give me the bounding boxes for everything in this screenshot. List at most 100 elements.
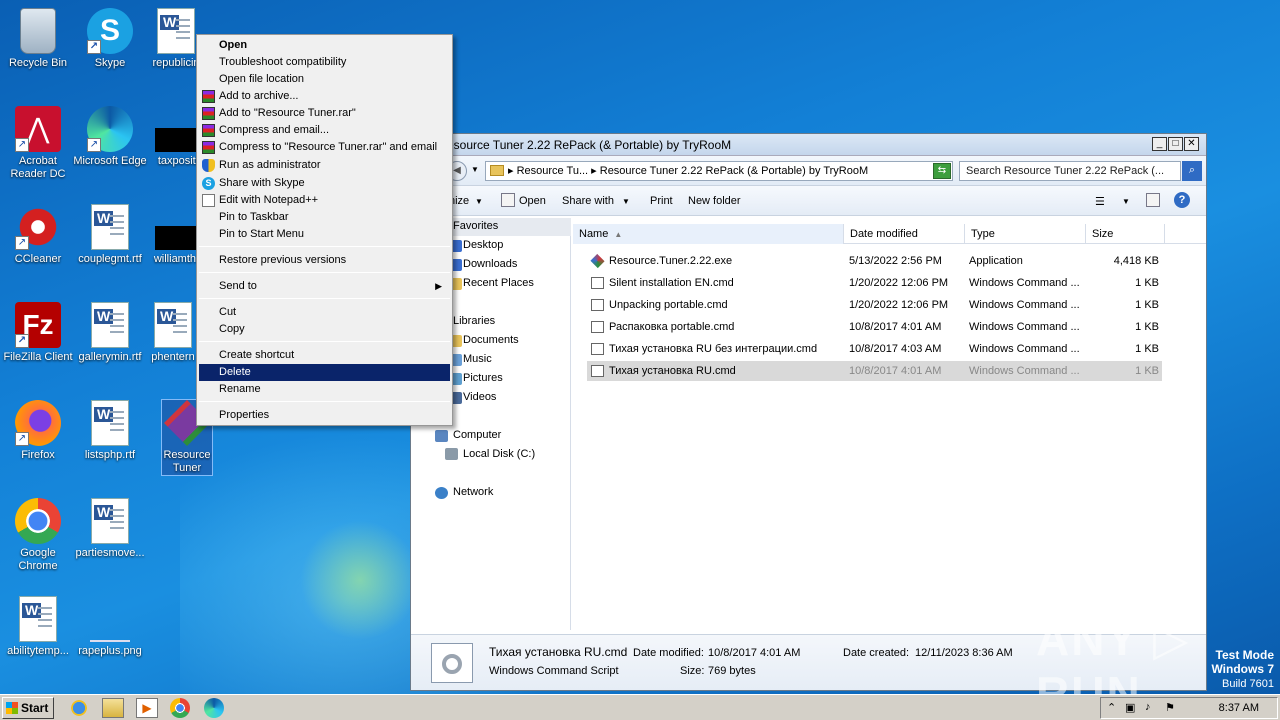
menu-item-compress-and-email[interactable]: Compress and email... [199, 122, 450, 139]
chrome-icon[interactable] [170, 698, 190, 718]
maximize-button[interactable]: □ [1168, 137, 1183, 151]
start-button[interactable]: Start [2, 697, 54, 719]
view-dropdown-icon[interactable]: ▼ [1122, 197, 1130, 206]
desktop-icon-ccleaner[interactable]: ↗ CCleaner [0, 204, 76, 266]
clock[interactable]: 8:37 AM [1219, 702, 1259, 714]
desktop-icon-partiesmove[interactable]: W partiesmove... [72, 498, 148, 560]
internet-explorer-icon[interactable] [68, 698, 90, 718]
word-document-icon: W [91, 302, 129, 348]
menu-item-add-to-archive[interactable]: Add to archive... [199, 88, 450, 105]
table-row-selected[interactable]: Тихая установка RU.cmd 10/8/2017 4:01 AM… [587, 361, 1162, 381]
desktop-icon-firefox[interactable]: ↗ Firefox [0, 400, 76, 462]
column-name[interactable]: Name ▲ [573, 224, 844, 244]
close-button[interactable]: ✕ [1184, 137, 1199, 151]
nav-network[interactable]: Network [453, 486, 493, 498]
nav-documents[interactable]: Documents [463, 334, 519, 346]
preview-pane-icon[interactable] [1146, 193, 1160, 207]
ccleaner-icon: ↗ [15, 204, 61, 250]
desktop-icon-couplegmt[interactable]: W couplegmt.rtf [72, 204, 148, 266]
refresh-button[interactable]: ⇆ [933, 163, 951, 179]
table-row[interactable]: Распаковка portable.cmd 10/8/2017 4:01 A… [587, 317, 1162, 337]
menu-item-open-file-location[interactable]: Open file location [199, 71, 450, 88]
help-icon[interactable]: ? [1174, 192, 1190, 208]
menu-item-share-with-skype[interactable]: S Share with Skype [199, 175, 450, 192]
details-modified-label: Date modified: [633, 647, 704, 659]
menu-item-rename[interactable]: Rename [199, 381, 450, 398]
nav-downloads[interactable]: Downloads [463, 258, 517, 270]
menu-item-add-to-rar[interactable]: Add to "Resource Tuner.rar" [199, 105, 450, 122]
menu-item-troubleshoot[interactable]: Troubleshoot compatibility [199, 54, 450, 71]
menu-item-create-shortcut[interactable]: Create shortcut [199, 347, 450, 364]
new-folder-button[interactable]: New folder [688, 195, 741, 207]
table-row[interactable]: Resource.Tuner.2.22.exe 5/13/2022 2:56 P… [587, 251, 1162, 271]
menu-item-restore-previous[interactable]: Restore previous versions [199, 252, 450, 269]
share-with-button[interactable]: Share with [562, 195, 614, 207]
address-bar[interactable]: ▸ Resource Tu... ▸ Resource Tuner 2.22 R… [485, 161, 953, 181]
nav-favorites[interactable]: Favorites [453, 220, 498, 232]
cmd-script-icon [591, 299, 604, 311]
network-tray-icon[interactable]: ▣ [1125, 701, 1135, 714]
media-player-icon[interactable]: ▶ [136, 698, 158, 718]
word-document-icon: W [91, 498, 129, 544]
desktop-icon-rapeplus[interactable]: rapeplus.png [72, 596, 148, 658]
desktop-icon-edge[interactable]: ↗ Microsoft Edge [72, 106, 148, 168]
menu-item-cut[interactable]: Cut [199, 304, 450, 321]
menu-separator [199, 401, 450, 402]
cmd-script-icon [591, 277, 604, 289]
column-size[interactable]: Size [1086, 224, 1165, 244]
nav-libraries[interactable]: Libraries [453, 315, 495, 327]
menu-item-open[interactable]: Open [199, 37, 450, 54]
skype-icon: S ↗ [87, 8, 133, 54]
menu-item-pin-taskbar[interactable]: Pin to Taskbar [199, 209, 450, 226]
desktop-icon-acrobat[interactable]: ⋀ ↗ Acrobat Reader DC [0, 106, 76, 181]
column-type[interactable]: Type [965, 224, 1086, 244]
menu-item-pin-start[interactable]: Pin to Start Menu [199, 226, 450, 243]
menu-item-properties[interactable]: Properties [199, 407, 450, 424]
desktop-icon-gallerymin[interactable]: W gallerymin.rtf [72, 302, 148, 364]
nav-computer[interactable]: Computer [453, 429, 501, 441]
nav-recent-places[interactable]: Recent Places [463, 277, 534, 289]
notepadpp-icon [202, 194, 215, 207]
open-icon [501, 193, 515, 207]
table-row[interactable]: Silent installation EN.cmd 1/20/2022 12:… [587, 273, 1162, 293]
table-row[interactable]: Unpacking portable.cmd 1/20/2022 12:06 P… [587, 295, 1162, 315]
tray-expand-icon[interactable]: ⌃ [1107, 701, 1116, 714]
menu-item-delete[interactable]: Delete [199, 364, 450, 381]
nav-videos[interactable]: Videos [463, 391, 496, 403]
history-dropdown-icon[interactable]: ▼ [471, 165, 479, 174]
search-input[interactable]: Search Resource Tuner 2.22 RePack (... [959, 161, 1181, 181]
open-button[interactable]: Open [519, 195, 546, 207]
nav-local-disk[interactable]: Local Disk (C:) [463, 448, 535, 460]
organize-dropdown-icon[interactable]: ▼ [475, 197, 483, 206]
desktop-icon-phentern[interactable]: W phentern [148, 302, 198, 364]
desktop-icon-listsphp[interactable]: W listsphp.rtf [72, 400, 148, 462]
desktop-icon-abilitytemp[interactable]: W abilitytemp... [0, 596, 76, 658]
file-explorer-icon[interactable] [102, 698, 124, 718]
action-center-icon[interactable]: ⚑ [1165, 701, 1175, 714]
minimize-button[interactable]: _ [1152, 137, 1167, 151]
desktop-icon-chrome[interactable]: Google Chrome [0, 498, 76, 573]
menu-item-send-to[interactable]: Send to ▶ [199, 278, 450, 295]
nav-pictures[interactable]: Pictures [463, 372, 503, 384]
details-created-label: Date created: [843, 647, 910, 659]
view-icon[interactable]: ☰ [1095, 195, 1105, 208]
search-icon[interactable]: ⌕ [1182, 161, 1202, 181]
volume-tray-icon[interactable]: ♪ [1145, 701, 1151, 713]
menu-item-run-as-admin[interactable]: Run as administrator [199, 157, 450, 174]
print-button[interactable]: Print [650, 195, 673, 207]
share-dropdown-icon[interactable]: ▼ [622, 197, 630, 206]
menu-item-edit-notepadpp[interactable]: Edit with Notepad++ [199, 192, 450, 209]
desktop-icon-skype[interactable]: S ↗ Skype [72, 8, 148, 70]
recycle-bin-icon [20, 8, 56, 54]
desktop-icon-filezilla[interactable]: Fz ↗ FileZilla Client [0, 302, 76, 364]
nav-desktop[interactable]: Desktop [463, 239, 503, 251]
details-size-label: Size: [680, 665, 705, 677]
column-date-modified[interactable]: Date modified [844, 224, 965, 244]
nav-music[interactable]: Music [463, 353, 492, 365]
explorer-titlebar[interactable]: esource Tuner 2.22 RePack (& Portable) b… [411, 134, 1206, 156]
desktop-icon-recycle-bin[interactable]: Recycle Bin [0, 8, 76, 70]
edge-icon[interactable] [204, 698, 224, 718]
menu-item-compress-to-rar-email[interactable]: Compress to "Resource Tuner.rar" and ema… [199, 139, 450, 156]
menu-item-copy[interactable]: Copy [199, 321, 450, 338]
table-row[interactable]: Тихая установка RU без интеграции.cmd 10… [587, 339, 1162, 359]
